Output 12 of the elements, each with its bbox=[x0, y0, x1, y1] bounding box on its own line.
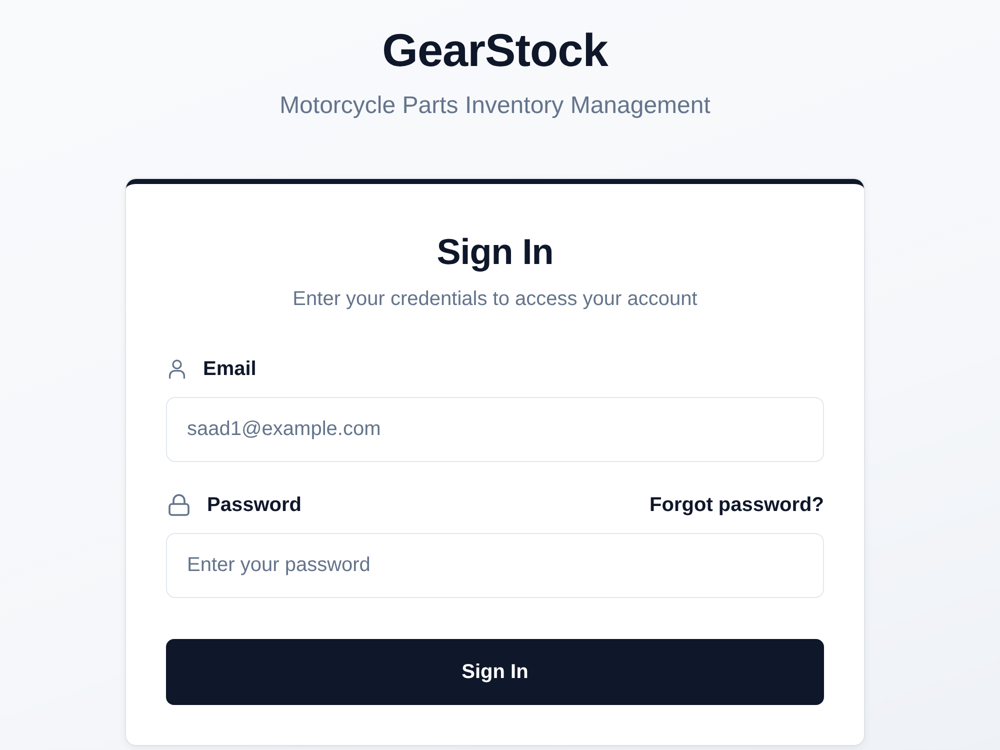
app-subtitle: Motorcycle Parts Inventory Management bbox=[280, 91, 710, 121]
sign-in-button[interactable]: Sign In bbox=[166, 639, 824, 705]
sign-in-description: Enter your credentials to access your account bbox=[292, 287, 698, 312]
password-input-field[interactable]: Enter your password bbox=[166, 533, 824, 598]
user-icon bbox=[168, 359, 186, 379]
field-label: Email bbox=[203, 357, 256, 382]
app-title: GearStock bbox=[382, 23, 608, 77]
field-label: Password bbox=[207, 493, 302, 518]
forgot-password-link[interactable]: Forgot password? bbox=[650, 491, 824, 519]
sign-in-heading: Sign In bbox=[436, 230, 554, 274]
email-input-field[interactable]: saad1@example.com bbox=[166, 397, 824, 462]
lock-icon bbox=[168, 494, 190, 516]
